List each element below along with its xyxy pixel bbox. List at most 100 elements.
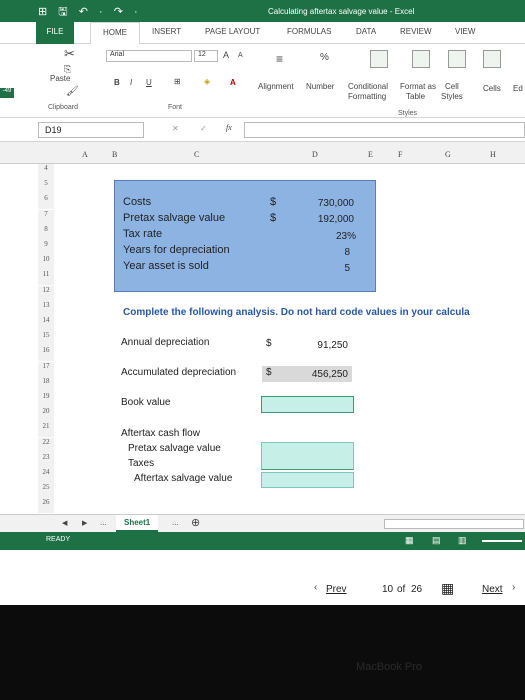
- zoom-slider[interactable]: [482, 540, 522, 542]
- column-header-a[interactable]: A: [82, 150, 88, 159]
- conditional-formatting-icon[interactable]: [370, 50, 388, 68]
- row-header[interactable]: 23: [38, 452, 54, 468]
- grow-font-button[interactable]: A: [223, 50, 229, 60]
- font-color-icon[interactable]: A: [230, 78, 236, 87]
- row-header[interactable]: 14: [38, 316, 54, 331]
- years-value[interactable]: 8: [300, 247, 350, 258]
- column-header-f[interactable]: F: [398, 150, 402, 159]
- editing-button[interactable]: Ed: [513, 84, 523, 93]
- cut-icon[interactable]: ✂: [64, 46, 75, 62]
- italic-button[interactable]: I: [130, 78, 132, 87]
- bold-button[interactable]: B: [114, 78, 120, 87]
- horizontal-scrollbar[interactable]: [384, 519, 524, 529]
- formula-input[interactable]: [244, 122, 525, 138]
- enter-icon[interactable]: ✓: [200, 124, 207, 133]
- year-sold-value[interactable]: 5: [300, 263, 350, 274]
- accumulated-depreciation-value[interactable]: 456,250: [300, 369, 348, 380]
- year-sold-label[interactable]: Year asset is sold: [123, 260, 209, 272]
- borders-icon[interactable]: ⊞: [174, 77, 181, 86]
- row-header[interactable]: 6: [38, 194, 54, 210]
- prev-arrow-icon[interactable]: ‹: [314, 582, 317, 593]
- row-header[interactable]: 20: [38, 407, 54, 423]
- cancel-icon[interactable]: ✕: [172, 124, 179, 133]
- format-as-table-icon[interactable]: [412, 50, 430, 68]
- normal-view-icon[interactable]: ▦: [405, 535, 414, 546]
- years-label[interactable]: Years for depreciation: [123, 244, 230, 256]
- column-header-e[interactable]: E: [368, 150, 373, 159]
- cells-icon[interactable]: [483, 50, 501, 68]
- fill-color-icon[interactable]: ◈: [204, 77, 210, 86]
- tab-review[interactable]: REVIEW: [400, 27, 432, 36]
- format-as-table-button[interactable]: Table: [406, 92, 425, 101]
- accumulated-depreciation-label[interactable]: Accumulated depreciation: [121, 367, 236, 378]
- row-header[interactable]: 17: [38, 361, 54, 377]
- costs-label[interactable]: Costs: [123, 196, 151, 208]
- new-sheet-button[interactable]: ⊕: [191, 516, 200, 529]
- row-header[interactable]: 11: [38, 270, 54, 286]
- column-header-c[interactable]: C: [194, 150, 199, 159]
- quick-access-toolbar[interactable]: ⊞ 🖫 ↶ · ↷ ·: [38, 3, 142, 22]
- row-header[interactable]: 16: [38, 346, 54, 362]
- paste-button[interactable]: Paste: [50, 74, 70, 83]
- book-value-input[interactable]: [261, 396, 354, 413]
- row-header[interactable]: 19: [38, 392, 54, 407]
- row-header[interactable]: 7: [38, 209, 54, 225]
- name-box[interactable]: D19: [38, 122, 144, 138]
- row-header[interactable]: 26: [38, 498, 54, 514]
- page-break-view-icon[interactable]: ▥: [458, 535, 467, 546]
- pretax-taxes-input[interactable]: [261, 442, 354, 470]
- row-header[interactable]: 8: [38, 224, 54, 240]
- column-header-h[interactable]: H: [490, 150, 496, 159]
- grid-menu-icon[interactable]: ▦: [441, 580, 454, 597]
- cells-button[interactable]: Cells: [483, 84, 501, 93]
- column-header-d[interactable]: D: [312, 150, 318, 159]
- row-header[interactable]: 22: [38, 437, 54, 453]
- taxes-label[interactable]: Taxes: [128, 458, 154, 469]
- tab-file[interactable]: FILE: [36, 22, 74, 44]
- row-header[interactable]: 18: [38, 376, 54, 392]
- alignment-button[interactable]: Alignment: [258, 82, 294, 91]
- annual-depreciation-label[interactable]: Annual depreciation: [121, 337, 209, 348]
- row-header[interactable]: 4: [38, 164, 54, 179]
- cf-pretax-salvage-label[interactable]: Pretax salvage value: [128, 443, 221, 454]
- costs-value[interactable]: 730,000: [300, 198, 354, 209]
- column-header-b[interactable]: B: [112, 150, 117, 159]
- row-header[interactable]: 25: [38, 483, 54, 499]
- sheet-more-right[interactable]: ...: [172, 518, 179, 527]
- page-layout-view-icon[interactable]: ▤: [432, 535, 441, 546]
- tax-rate-label[interactable]: Tax rate: [123, 228, 162, 240]
- row-header[interactable]: 10: [38, 255, 54, 271]
- row-header[interactable]: 13: [38, 300, 54, 316]
- aftertax-salvage-label[interactable]: Aftertax salvage value: [134, 473, 232, 484]
- row-header[interactable]: 9: [38, 240, 54, 255]
- tab-data[interactable]: DATA: [356, 27, 376, 36]
- sheet-next-button[interactable]: ▶: [82, 519, 87, 527]
- sheet-more-left[interactable]: ...: [100, 518, 107, 527]
- next-arrow-icon[interactable]: ›: [512, 582, 515, 593]
- aftertax-salvage-input[interactable]: [261, 472, 354, 488]
- percent-icon[interactable]: %: [320, 52, 329, 63]
- align-icon[interactable]: ≡: [276, 52, 283, 66]
- next-button[interactable]: Next: [482, 584, 503, 595]
- row-header[interactable]: 12: [38, 285, 54, 301]
- tab-formulas[interactable]: FORMULAS: [287, 27, 331, 36]
- shrink-font-button[interactable]: A: [238, 52, 243, 59]
- row-header[interactable]: 24: [38, 468, 54, 483]
- underline-button[interactable]: U: [146, 78, 152, 87]
- row-header[interactable]: 15: [38, 331, 54, 347]
- tab-page-layout[interactable]: PAGE LAYOUT: [205, 27, 260, 36]
- conditional-formatting-button[interactable]: Conditional: [348, 82, 388, 91]
- insert-function-button[interactable]: fx: [226, 123, 232, 132]
- book-value-label[interactable]: Book value: [121, 397, 170, 408]
- row-header[interactable]: 5: [38, 179, 54, 195]
- font-name-select[interactable]: Arial: [106, 50, 192, 62]
- sheet-tab-sheet1[interactable]: Sheet1: [116, 515, 159, 532]
- font-size-select[interactable]: 12: [194, 50, 218, 62]
- column-header-g[interactable]: G: [445, 150, 451, 159]
- prev-button[interactable]: Prev: [326, 584, 347, 595]
- annual-depreciation-value[interactable]: 91,250: [300, 340, 348, 351]
- tax-rate-value[interactable]: 23%: [300, 231, 356, 242]
- row-header[interactable]: 21: [38, 422, 54, 438]
- cell-styles-button[interactable]: Styles: [441, 92, 463, 101]
- tab-home[interactable]: HOME: [90, 22, 140, 44]
